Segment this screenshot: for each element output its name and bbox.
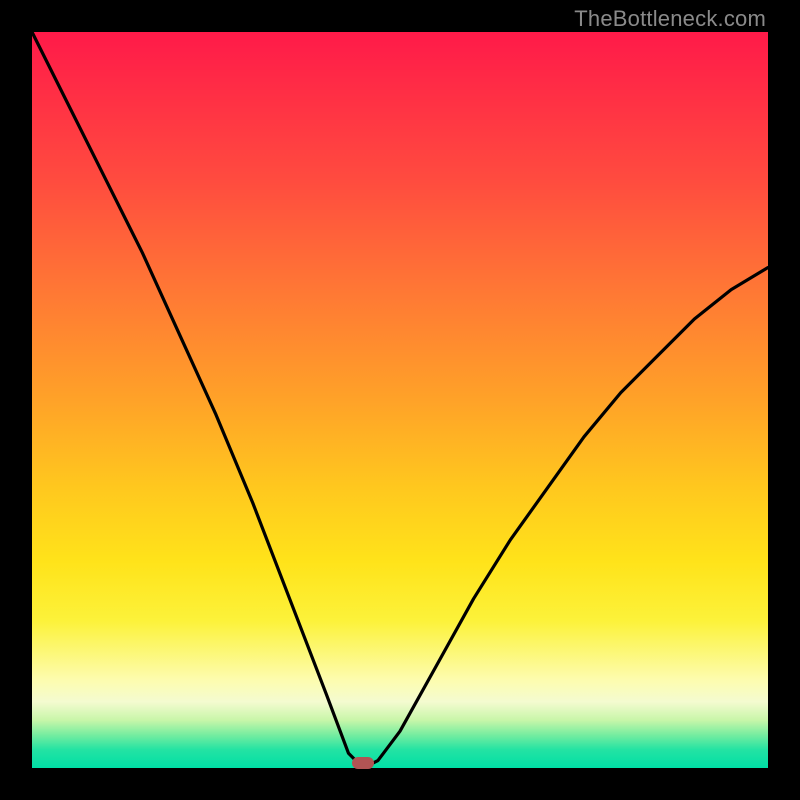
watermark-text: TheBottleneck.com — [574, 6, 766, 32]
chart-frame: TheBottleneck.com — [0, 0, 800, 800]
plot-area — [32, 32, 768, 768]
bottleneck-curve — [32, 32, 768, 768]
optimum-marker — [352, 757, 374, 769]
